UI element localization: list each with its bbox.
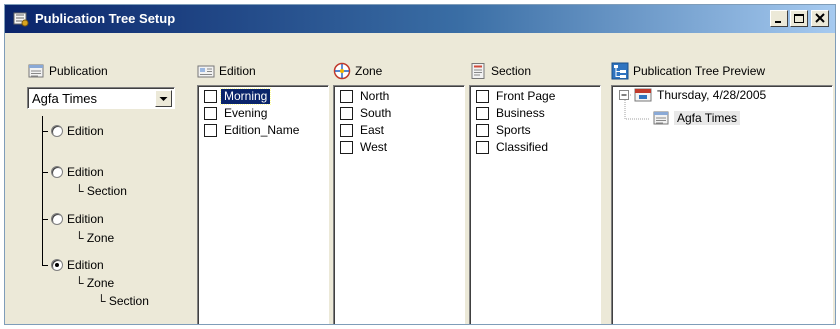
checkbox[interactable]: [476, 141, 489, 154]
publication-select-value: Agfa Times: [32, 91, 98, 106]
edition-item-evening[interactable]: Evening: [198, 105, 328, 122]
zone-item-label: West: [360, 140, 388, 154]
section-item-sports[interactable]: Sports: [470, 122, 600, 139]
layout-option-2[interactable]: Edition: [51, 165, 104, 179]
minimize-button[interactable]: [770, 10, 788, 27]
tree-node-date[interactable]: Thursday, 4/28/2005: [634, 87, 766, 103]
window-title: Publication Tree Setup: [35, 11, 176, 26]
section-header: Section: [469, 62, 531, 80]
checkbox[interactable]: [340, 141, 353, 154]
close-icon: [815, 13, 825, 23]
option-label: Edition: [67, 258, 104, 272]
radio-button[interactable]: [51, 125, 63, 137]
checkbox[interactable]: [204, 107, 217, 120]
layout-option-4[interactable]: Edition: [51, 258, 104, 272]
section-list[interactable]: Front Page Business Sports Classified: [469, 85, 601, 324]
checkbox[interactable]: [204, 90, 217, 103]
section-icon: [471, 63, 485, 79]
title-bar[interactable]: Publication Tree Setup: [5, 5, 835, 33]
tree-connector: [42, 131, 48, 132]
publication-label: Publication: [49, 64, 108, 78]
option-label: Edition: [67, 165, 104, 179]
section-item-business[interactable]: Business: [470, 105, 600, 122]
edition-item-label: Edition_Name: [224, 123, 300, 137]
zone-icon: [333, 62, 351, 80]
edition-header: Edition: [197, 62, 256, 80]
publication-dropdown-button[interactable]: [155, 90, 172, 107]
checkbox[interactable]: [204, 124, 217, 137]
tree-connector: [42, 116, 43, 265]
checkbox[interactable]: [476, 107, 489, 120]
publication-icon: [28, 64, 44, 78]
edition-item-morning[interactable]: Morning: [198, 88, 328, 105]
zone-item-south[interactable]: South: [334, 105, 464, 122]
preview-header: Publication Tree Preview: [611, 62, 765, 80]
radio-button[interactable]: [51, 213, 63, 225]
zone-item-label: East: [360, 123, 385, 137]
tree-connector: [42, 265, 48, 266]
zone-item-label: South: [360, 106, 392, 120]
zone-item-north[interactable]: North: [334, 88, 464, 105]
checkbox[interactable]: [476, 124, 489, 137]
section-item-classified[interactable]: Classified: [470, 139, 600, 156]
zone-header: Zone: [333, 62, 382, 80]
checkbox[interactable]: [340, 107, 353, 120]
option-sub-label: └ Zone: [75, 276, 115, 290]
section-item-label: Business: [496, 106, 545, 120]
edition-item-label: Morning: [219, 88, 272, 105]
tree-node-date-label: Thursday, 4/28/2005: [657, 88, 767, 102]
zone-item-east[interactable]: East: [334, 122, 464, 139]
minimize-icon: [775, 21, 781, 23]
tree-connector: [42, 172, 48, 173]
tree-node-publication-label: Agfa Times: [674, 111, 741, 125]
section-item-front-page[interactable]: Front Page: [470, 88, 600, 105]
section-item-label: Classified: [496, 140, 549, 154]
section-item-label: Sports: [496, 123, 531, 137]
section-item-label: Front Page: [496, 89, 556, 103]
layout-option-1[interactable]: Edition: [51, 124, 104, 138]
tree-node-publication[interactable]: Agfa Times: [652, 109, 741, 127]
tree-connector: [42, 219, 48, 220]
publication-icon: [653, 111, 669, 125]
option-sub-label: └ Section: [75, 184, 127, 198]
edition-label: Edition: [219, 64, 256, 78]
checkbox[interactable]: [476, 90, 489, 103]
zone-item-west[interactable]: West: [334, 139, 464, 156]
window-controls: [768, 10, 829, 27]
calendar-icon: [634, 88, 652, 102]
option-sub-label: └ Section: [97, 294, 149, 308]
preview-label: Publication Tree Preview: [633, 64, 766, 78]
option-sub-label: └ Zone: [75, 231, 115, 245]
publication-tree-preview[interactable]: Thursday, 4/28/2005 Agfa Times: [611, 85, 833, 324]
option-label: Edition: [67, 212, 104, 226]
zone-list[interactable]: North South East West: [333, 85, 465, 324]
layout-option-3[interactable]: Edition: [51, 212, 104, 226]
tree-icon: [611, 62, 629, 80]
maximize-icon: [794, 14, 804, 23]
checkbox[interactable]: [340, 124, 353, 137]
option-label: Edition: [67, 124, 104, 138]
collapse-icon: [619, 90, 629, 100]
zone-item-label: North: [360, 89, 390, 103]
radio-button[interactable]: [51, 166, 63, 178]
collapse-toggle[interactable]: [619, 90, 630, 104]
edition-item-edition-name[interactable]: Edition_Name: [198, 122, 328, 139]
edition-item-label: Evening: [224, 106, 268, 120]
checkbox[interactable]: [340, 90, 353, 103]
close-button[interactable]: [811, 10, 829, 27]
chevron-down-icon: [159, 97, 168, 101]
publication-tree-setup-window: Publication Tree Setup Publication Agfa …: [4, 4, 836, 325]
edition-list[interactable]: Morning Evening Edition_Name: [197, 85, 329, 324]
maximize-button[interactable]: [790, 10, 808, 27]
edition-icon: [197, 65, 215, 78]
publication-header: Publication: [27, 62, 108, 80]
setup-icon: [13, 12, 29, 27]
publication-select[interactable]: Agfa Times: [27, 87, 175, 109]
radio-button-selected[interactable]: [51, 259, 63, 271]
section-label: Section: [491, 64, 532, 78]
zone-label: Zone: [355, 64, 383, 78]
